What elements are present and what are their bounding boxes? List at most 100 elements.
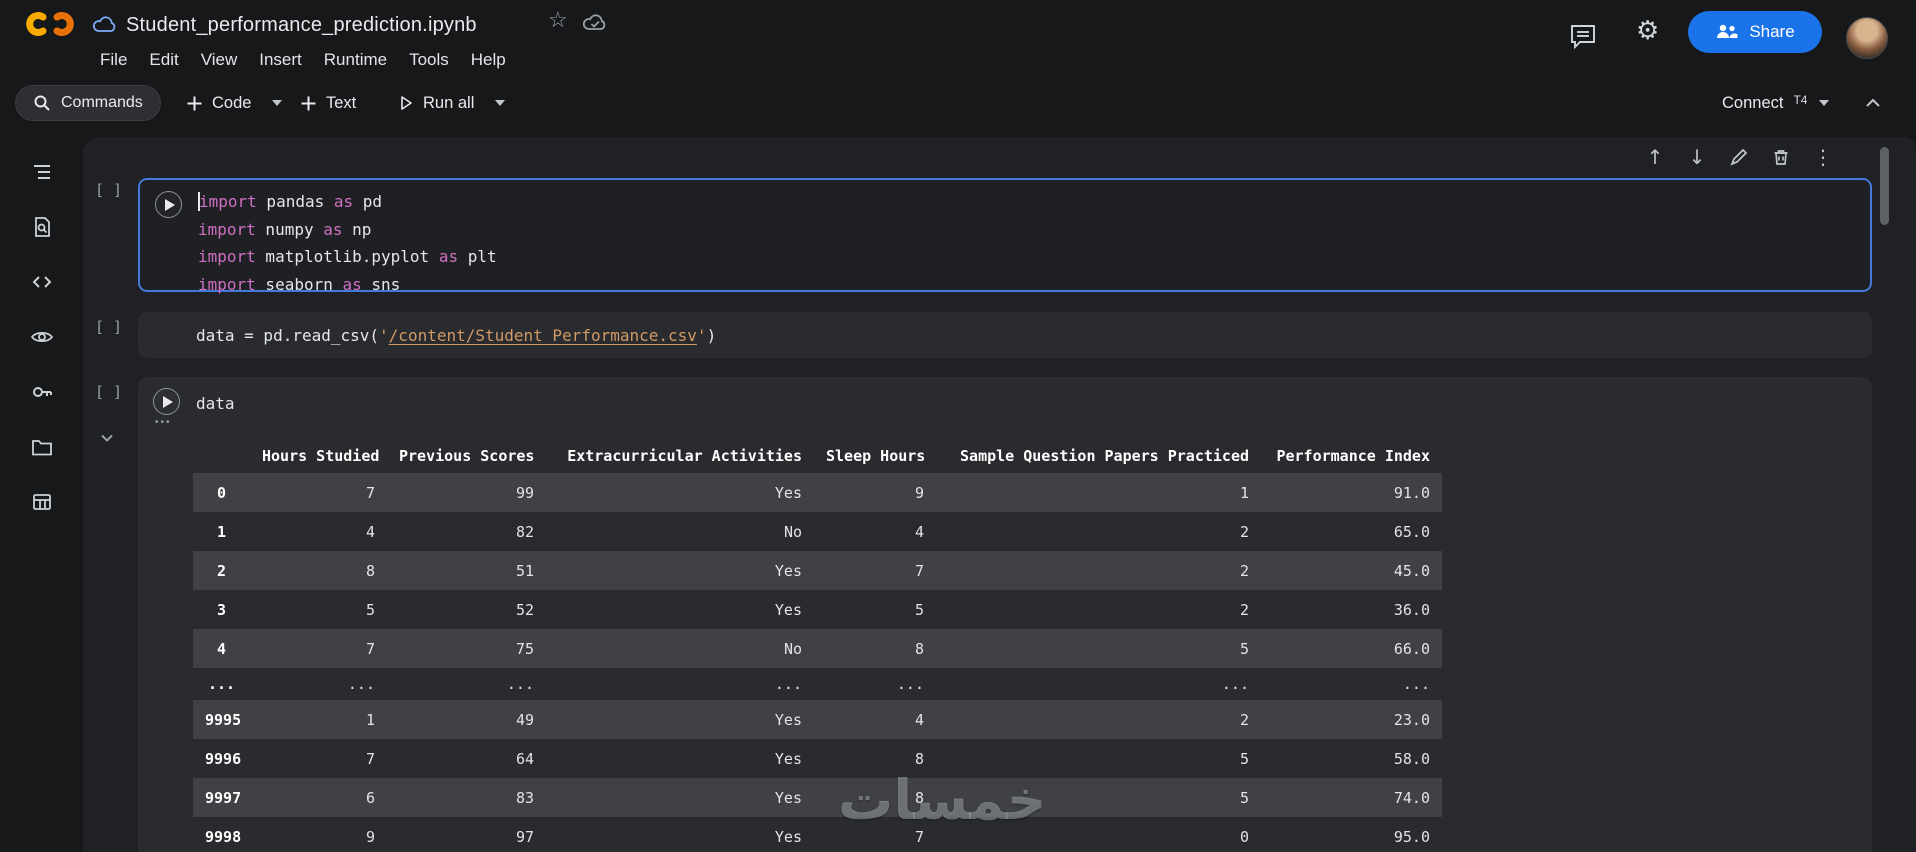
colab-logo-icon[interactable]: [22, 9, 78, 39]
execution-indicator[interactable]: [ ]: [95, 181, 122, 199]
notebook-title[interactable]: Student_performance_prediction.ipynb: [126, 14, 477, 37]
star-icon[interactable]: ☆: [548, 9, 568, 31]
df-index-cell: 4: [193, 629, 250, 668]
df-cell: 82: [387, 512, 546, 551]
dataframe-output: Hours StudiedPrevious ScoresExtracurricu…: [193, 439, 1442, 852]
move-cell-down-icon[interactable]: ↓: [1685, 145, 1709, 169]
play-icon: [165, 199, 175, 211]
commands-label: Commands: [61, 94, 143, 112]
df-cell: 7: [250, 473, 387, 512]
df-cell: 91.0: [1261, 473, 1442, 512]
df-column-header: Sample Question Papers Practiced: [936, 439, 1261, 473]
menu-edit[interactable]: Edit: [149, 50, 178, 70]
add-text-label: Text: [326, 94, 356, 113]
variable-inspector-icon[interactable]: [29, 324, 55, 350]
df-cell: ...: [936, 668, 1261, 700]
edit-cell-icon[interactable]: [1727, 145, 1751, 169]
df-cell: 4: [814, 700, 936, 739]
code-snippets-icon[interactable]: [29, 269, 55, 295]
connect-button[interactable]: Connect T4: [1722, 85, 1829, 121]
move-cell-up-icon[interactable]: ↑: [1643, 145, 1667, 169]
df-cell: 9: [814, 473, 936, 512]
save-status-cloud-icon[interactable]: [582, 13, 608, 33]
code-cell-imports[interactable]: import pandas as pdimport numpy as npimp…: [138, 178, 1872, 292]
df-index-cell: 9997: [193, 778, 250, 817]
df-column-header: Extracurricular Activities: [546, 439, 814, 473]
add-code-dropdown-icon[interactable]: [272, 100, 282, 106]
scrollbar-thumb[interactable]: [1880, 147, 1889, 225]
notebook-panel: [ ] [ ] [ ] ↑ ↓ ⋮ import pandas as pdimp…: [83, 137, 1916, 852]
run-cell-button[interactable]: [153, 388, 180, 415]
menu-file[interactable]: File: [100, 50, 127, 70]
df-row: 3552Yes5236.0: [193, 590, 1442, 629]
run-all-dropdown-icon[interactable]: [495, 100, 505, 106]
run-all-button[interactable]: Run all: [398, 85, 505, 121]
df-index-cell: 2: [193, 551, 250, 590]
run-cell-button[interactable]: [155, 191, 182, 218]
share-button[interactable]: Share: [1688, 11, 1822, 53]
files-folder-icon[interactable]: [29, 434, 55, 460]
add-code-label: Code: [212, 94, 251, 113]
output-options-icon[interactable]: •••: [155, 417, 172, 428]
df-cell: 1: [250, 700, 387, 739]
df-row: 4775No8566.0: [193, 629, 1442, 668]
menu-view[interactable]: View: [201, 50, 238, 70]
data-table-icon[interactable]: [29, 489, 55, 515]
connect-label: Connect: [1722, 94, 1783, 113]
play-icon: [163, 396, 173, 408]
find-in-notebook-icon[interactable]: [29, 214, 55, 240]
execution-indicator[interactable]: [ ]: [95, 318, 122, 336]
search-icon: [33, 94, 51, 112]
delete-cell-icon[interactable]: [1769, 145, 1793, 169]
df-cell: ...: [250, 668, 387, 700]
df-index-cell: 9996: [193, 739, 250, 778]
df-cell: Yes: [546, 817, 814, 852]
more-cell-actions-icon[interactable]: ⋮: [1811, 145, 1835, 169]
code-cell-read-csv[interactable]: data = pd.read_csv('/content/Student_Per…: [138, 312, 1872, 358]
menu-insert[interactable]: Insert: [259, 50, 302, 70]
df-cell: 51: [387, 551, 546, 590]
df-cell: 64: [387, 739, 546, 778]
code-editor[interactable]: data = pd.read_csv('/content/Student_Per…: [196, 322, 716, 350]
avatar[interactable]: [1846, 17, 1888, 59]
df-cell: 83: [387, 778, 546, 817]
collapse-header-button[interactable]: [1862, 92, 1884, 114]
df-cell: 65.0: [1261, 512, 1442, 551]
settings-gear-icon[interactable]: ⚙: [1636, 18, 1659, 44]
menu-runtime[interactable]: Runtime: [324, 50, 387, 70]
left-sidebar: [0, 128, 83, 852]
df-cell: Yes: [546, 739, 814, 778]
add-text-button[interactable]: Text: [300, 85, 356, 121]
df-cell: 58.0: [1261, 739, 1442, 778]
khamsat-watermark: خمسات: [838, 768, 1046, 832]
df-row: 2851Yes7245.0: [193, 551, 1442, 590]
table-of-contents-icon[interactable]: [29, 159, 55, 185]
df-cell: 97: [387, 817, 546, 852]
execution-indicator[interactable]: [ ]: [95, 383, 122, 401]
df-cell: 9: [250, 817, 387, 852]
add-code-button[interactable]: Code: [186, 85, 282, 121]
share-people-icon: [1715, 23, 1739, 41]
df-cell: 52: [387, 590, 546, 629]
df-cell: ...: [1261, 668, 1442, 700]
df-cell: 45.0: [1261, 551, 1442, 590]
menu-help[interactable]: Help: [471, 50, 506, 70]
df-row: .....................: [193, 668, 1442, 700]
secrets-key-icon[interactable]: [29, 379, 55, 405]
df-cell: 2: [936, 512, 1261, 551]
menu-tools[interactable]: Tools: [409, 50, 449, 70]
code-editor[interactable]: import pandas as pdimport numpy as npimp…: [198, 188, 497, 298]
commands-button[interactable]: Commands: [15, 85, 161, 121]
collapse-output-icon[interactable]: [97, 428, 117, 448]
connect-dropdown-icon[interactable]: [1819, 100, 1829, 106]
df-row: 1482No4265.0: [193, 512, 1442, 551]
accelerator-badge: T4: [1793, 93, 1807, 107]
df-cell: 36.0: [1261, 590, 1442, 629]
code-editor[interactable]: data: [196, 390, 235, 418]
df-index-cell: 9995: [193, 700, 250, 739]
df-cell: 5: [936, 629, 1261, 668]
comments-button[interactable]: [1568, 22, 1598, 50]
df-index-header: [193, 439, 250, 473]
plus-icon: [186, 95, 203, 112]
app-header: Student_performance_prediction.ipynb ☆ F…: [0, 0, 1916, 78]
